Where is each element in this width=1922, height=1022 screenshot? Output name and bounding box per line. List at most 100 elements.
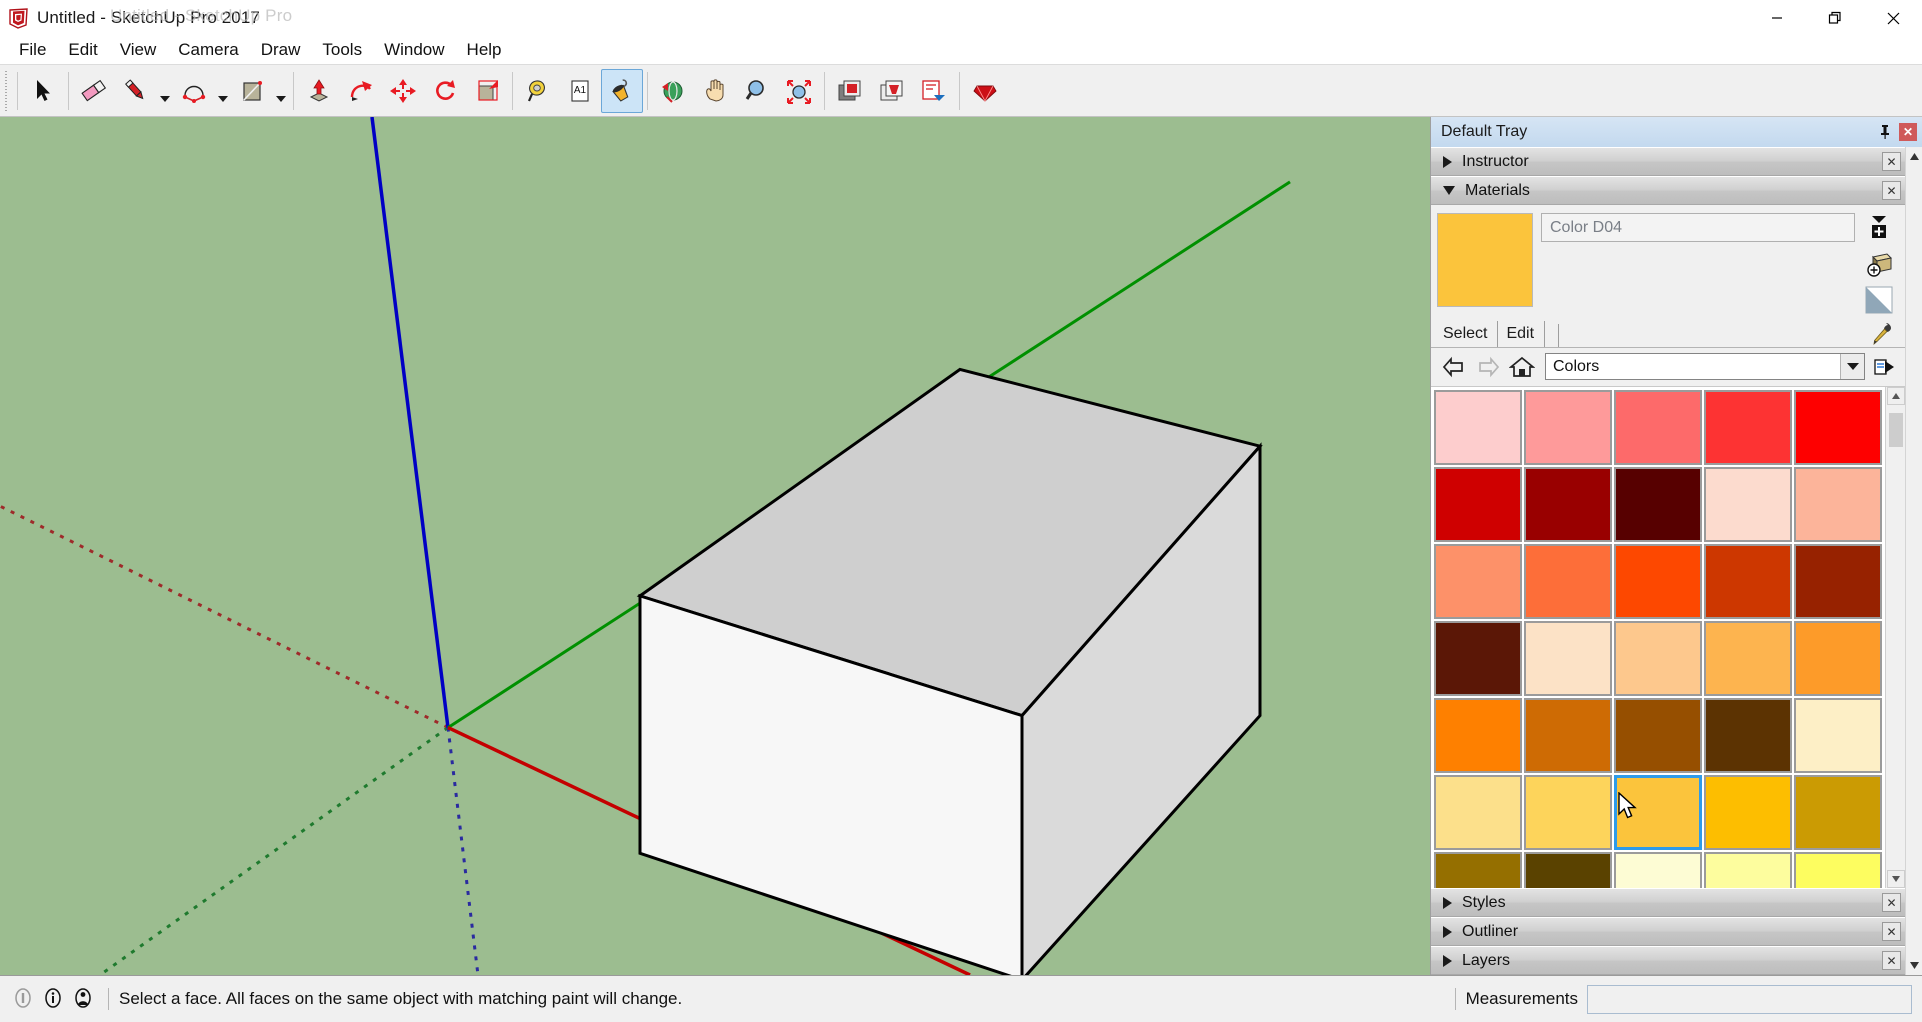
color-swatch[interactable]	[1434, 852, 1522, 888]
color-swatch[interactable]	[1704, 621, 1792, 696]
rectangle-tool-dropdown[interactable]	[273, 69, 289, 113]
color-swatch[interactable]	[1434, 775, 1522, 850]
home-icon[interactable]	[1507, 354, 1537, 380]
zoom-extents-tool[interactable]	[778, 69, 820, 113]
extension-warehouse-tool[interactable]	[871, 69, 913, 113]
color-swatch[interactable]	[1524, 544, 1612, 619]
eraser-tool[interactable]	[73, 69, 115, 113]
menu-draw[interactable]: Draw	[250, 37, 312, 63]
scrollbar-thumb[interactable]	[1889, 413, 1903, 447]
details-arrow-icon[interactable]	[1869, 353, 1899, 380]
3d-warehouse-tool[interactable]	[829, 69, 871, 113]
forward-arrow-icon[interactable]	[1473, 354, 1503, 380]
color-swatch[interactable]	[1614, 775, 1702, 850]
color-swatch[interactable]	[1794, 544, 1882, 619]
panel-outliner[interactable]: Outliner ✕	[1431, 917, 1905, 946]
back-arrow-icon[interactable]	[1439, 354, 1469, 380]
maximize-button[interactable]	[1806, 0, 1864, 36]
color-swatch[interactable]	[1524, 467, 1612, 542]
panel-styles-close[interactable]: ✕	[1882, 893, 1901, 912]
scroll-down-arrow-icon[interactable]	[1887, 870, 1905, 888]
paint-bucket-tool[interactable]	[601, 69, 643, 113]
panel-layers-close[interactable]: ✕	[1882, 951, 1901, 970]
panel-instructor-close[interactable]: ✕	[1882, 152, 1901, 171]
color-swatch[interactable]	[1704, 390, 1792, 465]
material-library-select[interactable]: Colors	[1545, 353, 1865, 380]
zoom-tool[interactable]	[736, 69, 778, 113]
color-swatch[interactable]	[1704, 544, 1792, 619]
material-name-input[interactable]: Color D04	[1541, 213, 1855, 242]
push-pull-tool[interactable]	[298, 69, 340, 113]
color-swatch[interactable]	[1704, 698, 1792, 773]
color-swatch[interactable]	[1614, 544, 1702, 619]
tab-edit[interactable]: Edit	[1498, 321, 1545, 347]
color-swatch[interactable]	[1434, 698, 1522, 773]
menu-window[interactable]: Window	[373, 37, 455, 63]
color-swatch[interactable]	[1794, 852, 1882, 888]
person-icon[interactable]	[68, 984, 98, 1014]
tray-scrollbar[interactable]	[1905, 147, 1922, 975]
model-canvas[interactable]	[0, 117, 1430, 975]
layout-tool[interactable]	[913, 69, 955, 113]
color-swatch[interactable]	[1614, 621, 1702, 696]
swatch-grid-scrollbar[interactable]	[1885, 387, 1905, 888]
color-swatch[interactable]	[1524, 621, 1612, 696]
color-swatch[interactable]	[1524, 775, 1612, 850]
help-bulb-icon[interactable]	[8, 984, 38, 1014]
tape-measure-tool[interactable]	[517, 69, 559, 113]
color-swatch[interactable]	[1614, 698, 1702, 773]
eyedropper-icon[interactable]	[1869, 321, 1905, 347]
menu-edit[interactable]: Edit	[57, 37, 108, 63]
color-swatch[interactable]	[1434, 544, 1522, 619]
chevron-down-icon[interactable]	[1840, 354, 1864, 379]
color-swatch[interactable]	[1614, 852, 1702, 888]
measurements-input[interactable]	[1587, 985, 1912, 1014]
scroll-up-arrow-icon[interactable]	[1887, 387, 1905, 405]
panel-materials-close[interactable]: ✕	[1882, 181, 1901, 200]
close-button[interactable]	[1864, 0, 1922, 36]
color-swatch[interactable]	[1524, 698, 1612, 773]
color-swatch[interactable]	[1794, 467, 1882, 542]
display-secondary-selection-icon[interactable]	[1862, 285, 1896, 315]
color-swatch[interactable]	[1794, 698, 1882, 773]
line-tool-dropdown[interactable]	[157, 69, 173, 113]
pan-tool[interactable]	[694, 69, 736, 113]
color-swatch[interactable]	[1434, 621, 1522, 696]
info-icon[interactable]	[38, 984, 68, 1014]
rectangle-tool[interactable]	[231, 69, 273, 113]
pin-icon[interactable]	[1877, 123, 1893, 141]
menu-tools[interactable]: Tools	[311, 37, 373, 63]
arc-tool[interactable]	[173, 69, 215, 113]
tray-scroll-down-icon[interactable]	[1907, 958, 1922, 973]
color-swatch[interactable]	[1434, 467, 1522, 542]
color-swatch[interactable]	[1704, 467, 1792, 542]
create-material-icon[interactable]	[1862, 249, 1896, 279]
tray-close-button[interactable]: ✕	[1899, 123, 1917, 141]
follow-me-tool[interactable]	[340, 69, 382, 113]
menu-help[interactable]: Help	[456, 37, 513, 63]
panel-styles[interactable]: Styles ✕	[1431, 888, 1905, 917]
color-swatch[interactable]	[1794, 390, 1882, 465]
toolbar-grip[interactable]	[2, 71, 10, 111]
menu-view[interactable]: View	[109, 37, 168, 63]
material-swatch-grid[interactable]	[1431, 387, 1885, 888]
arc-tool-dropdown[interactable]	[215, 69, 231, 113]
color-swatch[interactable]	[1794, 621, 1882, 696]
orbit-tool[interactable]	[652, 69, 694, 113]
move-tool[interactable]	[382, 69, 424, 113]
color-swatch[interactable]	[1524, 852, 1612, 888]
model-viewport[interactable]	[0, 117, 1430, 975]
panel-outliner-close[interactable]: ✕	[1882, 922, 1901, 941]
color-swatch[interactable]	[1794, 775, 1882, 850]
color-swatch[interactable]	[1524, 390, 1612, 465]
text-tool[interactable]: A1	[559, 69, 601, 113]
panel-materials[interactable]: Materials ✕	[1431, 176, 1905, 205]
color-swatch[interactable]	[1704, 775, 1792, 850]
color-swatch[interactable]	[1614, 390, 1702, 465]
color-swatch[interactable]	[1704, 852, 1792, 888]
panel-instructor[interactable]: Instructor ✕	[1431, 147, 1905, 176]
rotate-tool[interactable]	[424, 69, 466, 113]
line-tool[interactable]	[115, 69, 157, 113]
menu-file[interactable]: File	[8, 37, 57, 63]
scale-tool[interactable]	[466, 69, 508, 113]
